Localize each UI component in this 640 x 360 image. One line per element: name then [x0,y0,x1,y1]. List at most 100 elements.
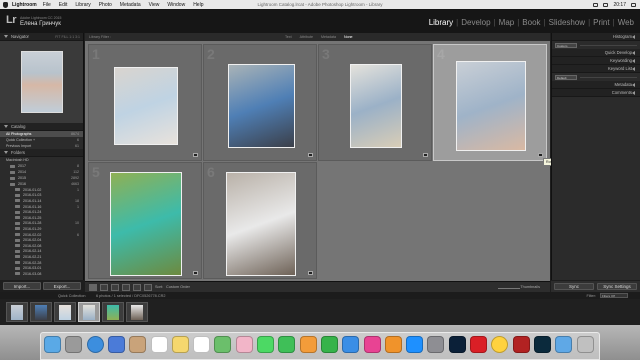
mail-icon[interactable] [107,336,125,353]
photo-thumbnail[interactable] [226,171,296,276]
thumbnail-size-slider[interactable] [498,288,520,289]
menu-metadata[interactable]: Metadata [120,2,141,8]
navigator-preview[interactable] [0,41,83,123]
comments-header[interactable]: Comments [552,89,640,97]
module-develop[interactable]: Develop [461,18,490,27]
module-print[interactable]: Print [593,18,609,27]
pages-icon[interactable] [299,336,317,353]
module-library[interactable]: Library [429,18,453,27]
folders-header[interactable]: Folders [0,149,83,157]
appstore-icon[interactable] [406,336,424,353]
lightroom-icon[interactable] [533,336,551,353]
metadata-header[interactable]: Metadata [552,81,640,89]
grid-view-icon[interactable] [89,283,97,291]
menu-library[interactable]: Library [75,2,90,8]
menu-window[interactable]: Window [167,2,185,8]
catalog-header[interactable]: Catalog [0,123,83,131]
people-view-icon[interactable] [133,283,141,291]
subfolder-row[interactable]: 2016-03-08 [0,271,83,277]
filezilla-icon[interactable] [512,336,530,353]
library-filter-label: Library Filter : [89,35,111,39]
sort-select[interactable]: Custom Order [166,285,190,289]
filmstrip-info: 6 photos / 1 selected / DFC0526778.CR2 [96,293,166,298]
maps-icon[interactable] [214,336,232,353]
grid-cell[interactable]: 3 [318,44,432,161]
messages-icon[interactable] [257,336,274,353]
filter-select[interactable]: Filters Off [600,293,628,298]
photoshop-icon[interactable] [448,336,466,353]
menu-edit[interactable]: Edit [59,2,68,8]
import-button[interactable]: Import... [3,282,41,290]
filmstrip-cell[interactable] [30,302,52,322]
metadata-preset-select[interactable]: Default [555,74,577,80]
keynote-icon[interactable] [342,336,360,353]
ibooks-icon[interactable] [384,336,402,353]
photo-thumbnail[interactable] [456,60,526,151]
export-button[interactable]: Export... [43,282,81,290]
grid-cell[interactable]: 5 [88,162,202,279]
filmstrip-cell[interactable] [6,302,28,322]
module-slideshow[interactable]: Slideshow [549,18,585,27]
photo-thumbnail[interactable] [114,66,178,145]
calendar-icon[interactable] [150,336,168,353]
menu-help[interactable]: Help [193,2,203,8]
navigator-header[interactable]: Navigator FIT FILL 1:1 3:1 [0,33,83,41]
loupe-view-icon[interactable] [100,283,108,291]
spotlight-icon[interactable] [631,2,636,7]
reminders-icon[interactable] [193,336,211,353]
saved-preset-select[interactable]: Custom [555,42,577,48]
histogram-header[interactable]: Histogram [552,33,640,41]
module-web[interactable]: Web [618,18,634,27]
contacts-icon[interactable] [129,336,147,353]
folder-label: 2016-02-28 [23,260,42,265]
filter-tab-none[interactable]: None [344,35,353,39]
sync-button[interactable]: Sync [554,283,594,290]
filmstrip-cell[interactable] [78,302,100,322]
facetime-icon[interactable] [278,336,296,353]
keywording-header[interactable]: Keywording [552,57,640,65]
photos-icon[interactable] [235,336,253,353]
numbers-icon[interactable] [320,336,338,353]
itunes-icon[interactable] [363,336,381,353]
notes-icon[interactable] [171,336,189,353]
wifi-icon[interactable] [593,2,599,7]
filter-tab-text[interactable]: Text [285,35,292,39]
grid-cell[interactable]: 6 [203,162,317,279]
filter-tab-metadata[interactable]: Metadata [321,35,336,39]
photo-thumbnail[interactable] [227,63,295,148]
quick-develop-header[interactable]: Quick Develop [552,49,640,57]
navigator-zoom-levels[interactable]: FIT FILL 1:1 3:1 [55,35,80,39]
trash-icon[interactable] [576,336,594,353]
keyword-list-header[interactable]: Keyword List [552,65,640,73]
grid-cell[interactable]: 2 [203,44,317,161]
photo-thumbnail[interactable] [110,171,182,276]
finder-icon[interactable] [44,336,61,353]
survey-view-icon[interactable] [122,283,130,291]
filmstrip-cell[interactable] [126,302,148,322]
launchpad-icon[interactable] [65,336,83,353]
grid-cell[interactable]: 1 [88,44,202,161]
safari-icon[interactable] [86,336,104,353]
downloads-icon[interactable] [555,336,573,353]
menu-photo[interactable]: Photo [99,2,112,8]
filmstrip-cell[interactable] [54,302,76,322]
photo-thumbnail[interactable] [350,63,402,148]
menu-file[interactable]: File [43,2,51,8]
battery-icon[interactable] [603,2,609,7]
apple-icon[interactable] [3,1,8,8]
grid-cell[interactable]: 4 [433,44,547,161]
preferences-icon[interactable] [427,336,445,353]
sync-settings-button[interactable]: Sync Settings [597,283,637,290]
filter-tab-attribute[interactable]: Attribute [300,35,313,39]
clock[interactable]: 20:17 [613,2,626,8]
folder-label: 2016-03-08 [23,271,42,276]
filmstrip-source[interactable]: Quick Collection [58,294,85,298]
creative-cloud-icon[interactable] [470,336,487,353]
menu-view[interactable]: View [149,2,160,8]
compare-view-icon[interactable] [111,283,119,291]
filmstrip-cell[interactable] [102,302,124,322]
module-map[interactable]: Map [499,18,515,27]
module-book[interactable]: Book [522,18,540,27]
app-menu[interactable]: Lightroom [12,2,37,8]
painter-icon[interactable] [144,283,152,291]
